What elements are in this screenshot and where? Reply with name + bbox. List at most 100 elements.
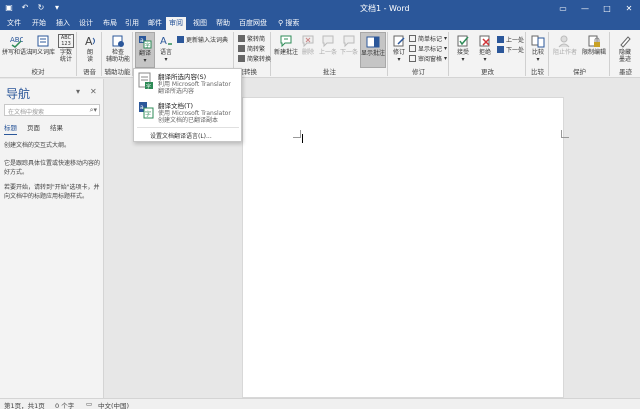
customize-icon[interactable]: ▾	[52, 3, 62, 13]
document-page[interactable]	[242, 97, 569, 398]
nav-tab-results[interactable]: 结果	[50, 122, 63, 135]
maximize-icon[interactable]: □	[596, 0, 618, 17]
tab-home[interactable]: 开始	[29, 17, 49, 30]
word-count-button[interactable]: ABC 123 字数 统计	[56, 34, 76, 63]
page-count[interactable]: 第1页，共1页	[4, 400, 45, 409]
translate-selection-desc-2: 翻译所选内容	[158, 88, 195, 95]
chevron-down-icon: ▾	[444, 45, 448, 52]
show-markup-button[interactable]: 显示标记 ▾	[409, 44, 447, 53]
undo-icon[interactable]: ↶	[20, 3, 30, 13]
save-icon[interactable]: ▣	[4, 3, 14, 13]
tab-mailings[interactable]: 邮件	[145, 17, 165, 30]
group-label-tracking: 修订	[412, 68, 425, 76]
svg-text:字: 字	[146, 83, 151, 90]
tab-baidu-netdisk[interactable]: 百度网盘	[236, 17, 270, 30]
word-count[interactable]: 0 个字	[55, 400, 74, 409]
accessibility-icon	[112, 35, 124, 47]
translate-document-item[interactable]: a字 翻译文档(T) 使用 Microsoft Translator 创建文档的…	[134, 98, 241, 126]
svg-text:a: a	[140, 104, 144, 111]
block-authors-button[interactable]: 阻止作者	[552, 34, 578, 56]
simple-markup-select[interactable]: 简单标记 ▾	[409, 34, 447, 43]
block-authors-icon	[558, 35, 570, 48]
proofing-status-icon[interactable]: ▭	[86, 400, 92, 408]
tab-help[interactable]: 帮助	[213, 17, 233, 30]
language-button[interactable]: A 语言 ▾	[156, 34, 176, 63]
trad-to-simp-button[interactable]: 繁转简	[238, 34, 265, 43]
track-changes-button[interactable]: 修订 ▾	[391, 34, 407, 63]
menu-separator	[137, 127, 239, 128]
reviewing-pane-button[interactable]: 审阅窗格 ▾	[409, 54, 447, 63]
title-bar: ▣ ↶ ↻ ▾ 文档1 - Word ▭ — □ ✕	[0, 0, 640, 17]
chevron-down-icon: ▾	[444, 55, 448, 62]
margin-corner-top-right	[561, 130, 569, 138]
ribbon-tabs: 文件 开始 插入 设计 布局 引用 邮件 审阅 视图 帮助 百度网盘 ⚲ 搜索	[0, 17, 640, 30]
group-label-changes: 更改	[481, 68, 494, 76]
tell-me-search[interactable]: ⚲ 搜索	[278, 17, 299, 30]
nav-tab-pages[interactable]: 页面	[27, 122, 40, 135]
minimize-icon[interactable]: —	[574, 0, 596, 17]
tab-references[interactable]: 引用	[122, 17, 142, 30]
tab-file[interactable]: 文件	[4, 17, 24, 30]
window-controls: ▭ — □ ✕	[552, 0, 640, 17]
svg-text:a: a	[140, 37, 144, 44]
tab-view[interactable]: 视图	[190, 17, 210, 30]
close-icon[interactable]: ✕	[618, 0, 640, 17]
tab-review[interactable]: 审阅	[166, 17, 186, 30]
pen-icon	[620, 36, 631, 48]
nav-search-input[interactable]: 在文档中搜索 ⌕▾	[4, 104, 100, 116]
close-pane-icon[interactable]: ✕	[90, 87, 97, 96]
set-translation-language-item[interactable]: 设置文档翻译语言(L)...	[150, 131, 212, 140]
accept-button[interactable]: 接受 ▾	[453, 34, 473, 63]
spellcheck-icon: ABC	[10, 36, 23, 48]
nav-tab-headings[interactable]: 标题	[4, 122, 17, 135]
group-ink: 隐藏 墨迹 墨迹	[611, 32, 640, 76]
simp-to-trad-button[interactable]: 简转繁	[238, 44, 265, 53]
thesaurus-button[interactable]: 同义词库	[31, 34, 55, 56]
previous-change-button[interactable]: 上一处	[497, 35, 524, 44]
translate-selection-item[interactable]: 字 翻译所选内容(S) 利用 Microsoft Translator 翻译所选…	[134, 69, 241, 97]
new-comment-button[interactable]: 新建批注	[274, 34, 298, 56]
translate-button[interactable]: a字 翻译 ▾	[135, 32, 155, 68]
ribbon-options-icon[interactable]: ▭	[552, 0, 574, 17]
show-comments-button[interactable]: 显示批注	[360, 32, 386, 68]
previous-comment-button[interactable]: 上一条	[318, 34, 338, 56]
search-icon[interactable]: ⌕▾	[90, 106, 97, 115]
svg-text:A: A	[160, 36, 167, 47]
group-tracking: 修订 ▾ 简单标记 ▾ 显示标记 ▾ 审阅窗格 ▾ 修订	[389, 32, 449, 76]
next-comment-button[interactable]: 下一条	[339, 34, 359, 56]
group-accessibility: 检查 辅助功能 辅助功能	[103, 32, 133, 76]
group-label-protect: 保护	[573, 68, 586, 76]
lightbulb-icon: ⚲	[278, 19, 284, 27]
group-proofing: ABC 拼写和语法 同义词库 ABC 123 字数 统计 校对	[0, 32, 77, 76]
navigation-title: 导航	[6, 87, 31, 101]
spelling-grammar-button[interactable]: ABC 拼写和语法	[2, 34, 32, 56]
reviewing-pane-icon	[409, 55, 416, 62]
pane-options-icon[interactable]: ▾	[76, 87, 80, 96]
next-change-button[interactable]: 下一处	[497, 45, 524, 54]
markup-icon	[409, 35, 416, 42]
reject-button[interactable]: 拒绝 ▾	[475, 34, 495, 63]
compare-button[interactable]: 比较 ▾	[529, 34, 547, 63]
previous-comment-icon	[322, 35, 334, 48]
redo-icon[interactable]: ↻	[36, 3, 46, 13]
status-bar: 第1页，共1页 0 个字 ▭ 中文(中国)	[0, 398, 640, 409]
tab-design[interactable]: 设计	[76, 17, 96, 30]
language-icon: A	[160, 36, 172, 47]
delete-comment-button[interactable]: 删除	[300, 34, 316, 56]
restrict-editing-button[interactable]: 限制编辑	[580, 34, 608, 56]
nav-help-text-3: 若要开始，请转到"开始"选项卡，并向文档中的标题应用标题样式。	[4, 184, 100, 200]
tab-layout[interactable]: 布局	[100, 17, 120, 30]
update-ime-dictionary-button[interactable]: 更新输入法词典	[177, 35, 228, 44]
chevron-down-icon: ▾	[444, 35, 448, 42]
read-aloud-button[interactable]: A 朗 读	[81, 34, 99, 63]
check-accessibility-button[interactable]: 检查 辅助功能	[105, 34, 131, 63]
nav-help-text-1: 创建文档的交互式大纲。	[4, 142, 71, 149]
hide-ink-button[interactable]: 隐藏 墨迹	[614, 34, 636, 63]
tab-insert[interactable]: 插入	[53, 17, 73, 30]
simp-to-trad-icon	[238, 45, 245, 52]
chinese-convert-button[interactable]: 简繁转换	[238, 54, 271, 63]
svg-text:ABC: ABC	[10, 36, 23, 44]
next-change-icon	[497, 46, 504, 53]
language-status[interactable]: 中文(中国)	[98, 400, 129, 409]
ribbon: ABC 拼写和语法 同义词库 ABC 123 字数 统计 校对 A 朗 读 语音…	[0, 30, 640, 78]
